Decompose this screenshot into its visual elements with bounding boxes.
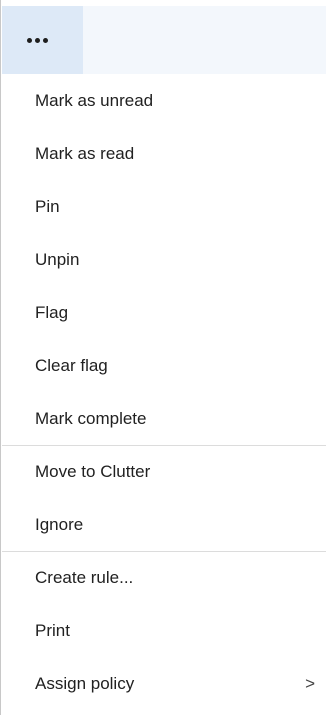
menu-item-move-to-clutter[interactable]: Move to Clutter: [2, 445, 326, 498]
menu-item-flag[interactable]: Flag: [2, 286, 326, 339]
menu-item-pin[interactable]: Pin: [2, 180, 326, 233]
ellipsis-icon: [27, 37, 48, 43]
menu-item-create-rule[interactable]: Create rule...: [2, 551, 326, 604]
more-actions-button[interactable]: [2, 6, 83, 74]
context-menu-panel: Mark as unread Mark as read Pin Unpin Fl…: [0, 0, 326, 715]
menu-item-ignore[interactable]: Ignore: [2, 498, 326, 551]
menu-item-mark-complete[interactable]: Mark complete: [2, 392, 326, 445]
menu-item-print[interactable]: Print: [2, 604, 326, 657]
menu-item-assign-policy[interactable]: Assign policy >: [2, 657, 326, 710]
actions-menu: Mark as unread Mark as read Pin Unpin Fl…: [2, 74, 326, 710]
menu-item-clear-flag[interactable]: Clear flag: [2, 339, 326, 392]
menu-item-mark-as-unread[interactable]: Mark as unread: [2, 74, 326, 127]
menu-item-mark-as-read[interactable]: Mark as read: [2, 127, 326, 180]
menu-item-label: Assign policy: [35, 673, 135, 693]
menu-toolbar: [2, 6, 326, 74]
menu-item-unpin[interactable]: Unpin: [2, 233, 326, 286]
chevron-right-icon: >: [305, 673, 315, 693]
